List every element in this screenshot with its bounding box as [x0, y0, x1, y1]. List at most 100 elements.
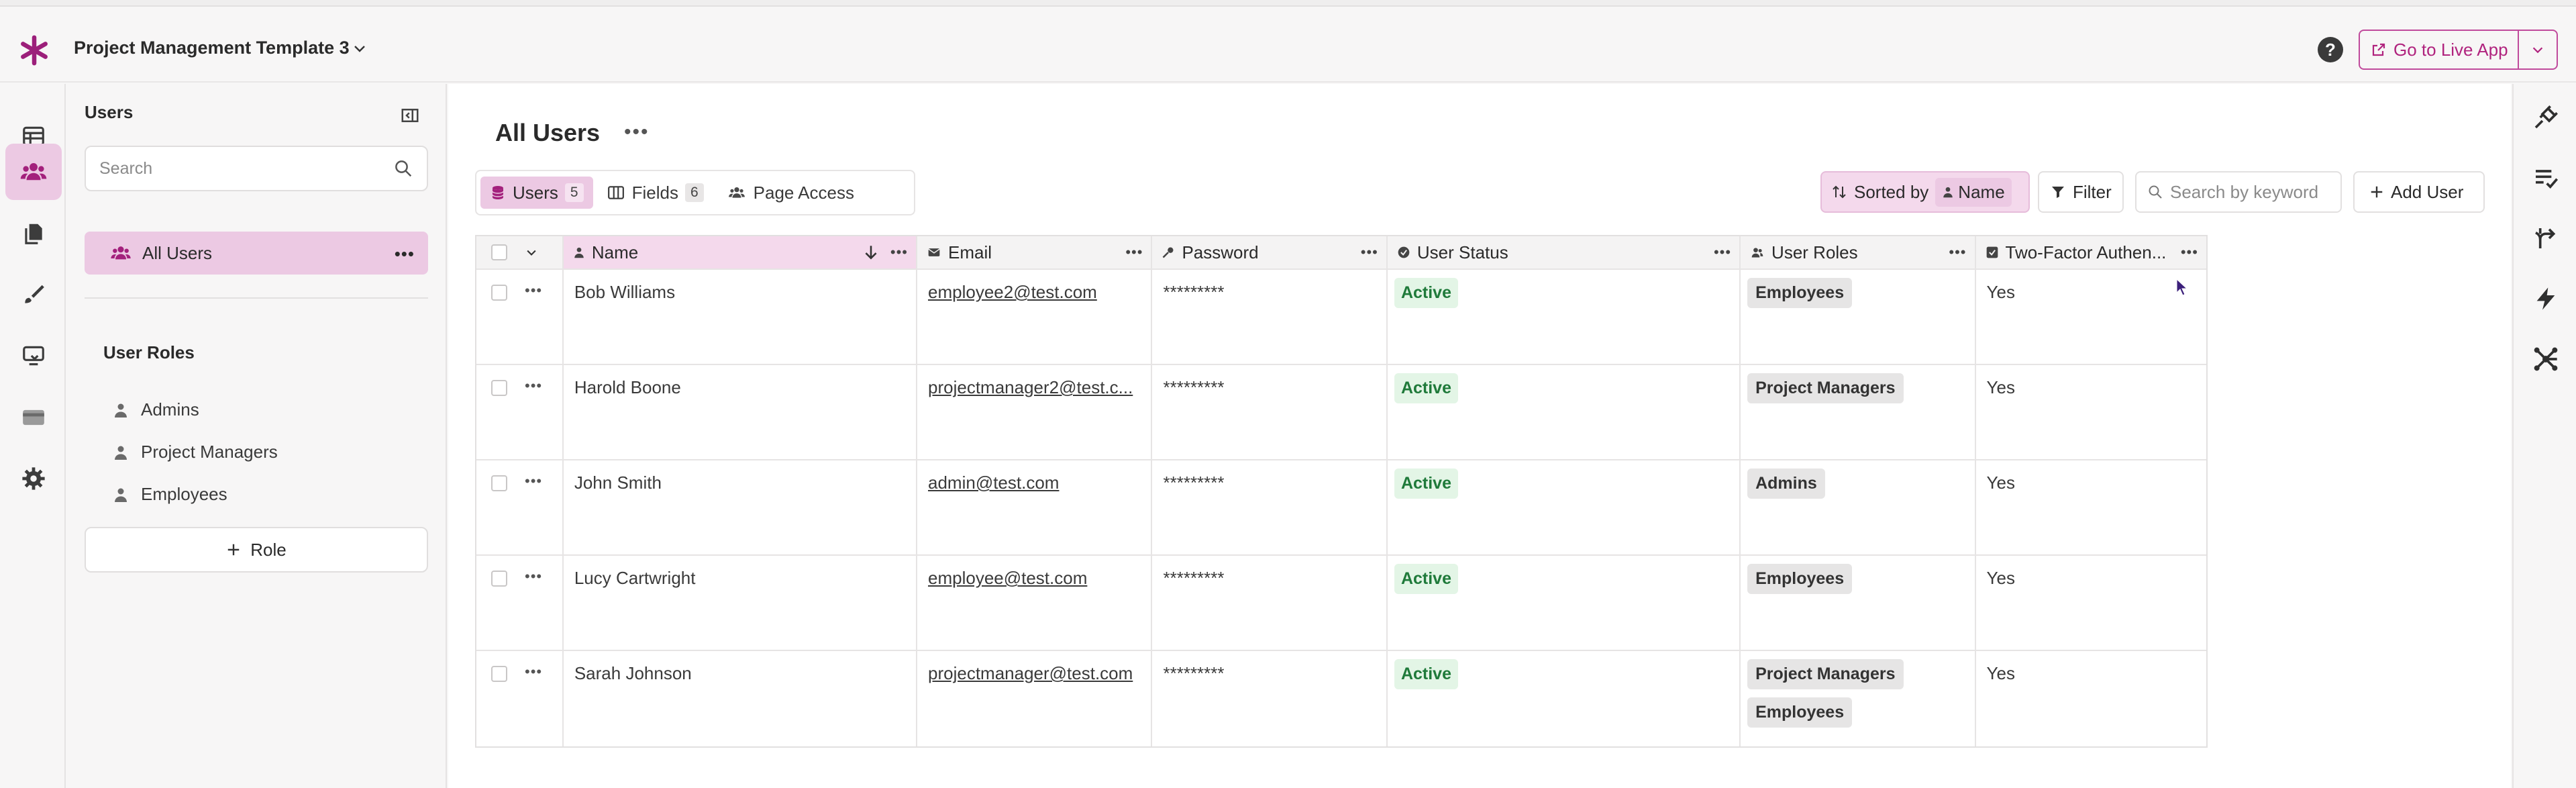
roles-cell[interactable]: Project Managers Employees	[1741, 651, 1976, 746]
column-header-user-roles[interactable]: User Roles •••	[1741, 236, 1976, 268]
app-logo-icon[interactable]	[19, 35, 50, 66]
live-app-dropdown[interactable]	[2519, 42, 2557, 57]
name-cell[interactable]: John Smith	[564, 460, 917, 554]
name-cell[interactable]: Harold Boone	[564, 365, 917, 459]
status-cell[interactable]: Active	[1388, 270, 1741, 364]
email-link[interactable]: projectmanager@test.com	[928, 663, 1133, 684]
app-name[interactable]: Project Management Template 3	[74, 38, 350, 58]
go-to-live-app-button[interactable]: Go to Live App	[2359, 30, 2558, 70]
sidebar-item-all-users[interactable]: All Users •••	[85, 232, 428, 275]
nav-payments[interactable]	[5, 389, 62, 446]
column-menu-icon[interactable]: •••	[1949, 244, 1966, 261]
column-header-name[interactable]: Name •••	[563, 236, 917, 268]
password-cell[interactable]: *********	[1152, 365, 1388, 459]
lightning-icon[interactable]	[2532, 285, 2559, 312]
password-cell[interactable]: *********	[1152, 270, 1388, 364]
name-cell[interactable]: Sarah Johnson	[564, 651, 917, 746]
table-row[interactable]: ••• Sarah Johnson projectmanager@test.co…	[476, 651, 2206, 746]
chevron-down-icon[interactable]	[352, 40, 368, 56]
top-bar: Project Management Template 3 ? Go to Li…	[0, 7, 2576, 83]
page-more-options-icon[interactable]: •••	[624, 121, 650, 144]
column-menu-icon[interactable]: •••	[1361, 244, 1378, 261]
row-checkbox[interactable]	[491, 666, 507, 682]
nav-users[interactable]	[5, 144, 62, 200]
two-factor-cell[interactable]: Yes	[1976, 365, 2206, 459]
select-all-checkbox[interactable]	[491, 244, 507, 260]
name-cell[interactable]: Lucy Cartwright	[564, 556, 917, 650]
nav-settings[interactable]	[5, 450, 62, 507]
nav-workflows[interactable]	[5, 328, 62, 384]
filter-button[interactable]: Filter	[2038, 171, 2124, 213]
row-checkbox[interactable]	[491, 571, 507, 587]
email-link[interactable]: admin@test.com	[928, 473, 1059, 493]
table-row[interactable]: ••• John Smith admin@test.com ********* …	[476, 460, 2206, 556]
roles-cell[interactable]: Admins	[1741, 460, 1976, 554]
column-header-password[interactable]: Password •••	[1152, 236, 1388, 268]
email-link[interactable]: projectmanager2@test.c...	[928, 377, 1133, 398]
column-header-email[interactable]: Email •••	[917, 236, 1153, 268]
column-menu-icon[interactable]: •••	[890, 244, 908, 261]
password-cell[interactable]: *********	[1152, 460, 1388, 554]
search-icon	[395, 160, 412, 177]
keyword-search-input[interactable]: Search by keyword	[2135, 171, 2342, 213]
status-cell[interactable]: Active	[1388, 460, 1741, 554]
tab-fields[interactable]: Fields 6	[597, 177, 713, 209]
column-menu-icon[interactable]: •••	[2181, 244, 2198, 261]
email-cell[interactable]: projectmanager@test.com	[917, 651, 1153, 746]
column-menu-icon[interactable]: •••	[1125, 244, 1143, 261]
email-cell[interactable]: admin@test.com	[917, 460, 1153, 554]
add-user-button[interactable]: Add User	[2353, 171, 2485, 213]
column-header-two-factor[interactable]: Two-Factor Authen... •••	[1976, 236, 2206, 268]
row-menu-icon[interactable]: •••	[525, 568, 542, 585]
status-cell[interactable]: Active	[1388, 556, 1741, 650]
branch-icon[interactable]	[2532, 225, 2559, 252]
roles-cell[interactable]: Employees	[1741, 556, 1976, 650]
network-icon[interactable]	[2532, 346, 2559, 373]
column-header-user-status[interactable]: User Status •••	[1388, 236, 1741, 268]
more-options-icon[interactable]: •••	[395, 244, 415, 264]
sort-descending-icon[interactable]	[862, 244, 880, 261]
sidebar-item-role-admins[interactable]: Admins	[113, 399, 199, 420]
status-cell[interactable]: Active	[1388, 365, 1741, 459]
column-menu-icon[interactable]: •••	[1714, 244, 1731, 261]
two-factor-cell[interactable]: Yes	[1976, 460, 2206, 554]
sidebar-item-role-employees[interactable]: Employees	[113, 484, 227, 505]
sidebar-item-role-project-managers[interactable]: Project Managers	[113, 442, 278, 462]
email-cell[interactable]: employee@test.com	[917, 556, 1153, 650]
row-checkbox[interactable]	[491, 380, 507, 396]
tab-users[interactable]: Users 5	[480, 177, 593, 209]
table-row[interactable]: ••• Lucy Cartwright employee@test.com **…	[476, 556, 2206, 651]
row-checkbox[interactable]	[491, 475, 507, 491]
email-link[interactable]: employee2@test.com	[928, 282, 1097, 303]
row-menu-icon[interactable]: •••	[525, 473, 542, 490]
nav-pages[interactable]	[5, 205, 62, 262]
roles-cell[interactable]: Employees	[1741, 270, 1976, 364]
checklist-icon[interactable]	[2532, 164, 2559, 191]
plug-icon[interactable]	[2532, 104, 2559, 131]
row-menu-icon[interactable]: •••	[525, 377, 542, 395]
sidebar-search-input[interactable]: Search	[85, 146, 428, 191]
password-cell[interactable]: *********	[1152, 651, 1388, 746]
two-factor-cell[interactable]: Yes	[1976, 651, 2206, 746]
name-cell[interactable]: Bob Williams	[564, 270, 917, 364]
email-link[interactable]: employee@test.com	[928, 568, 1087, 589]
status-cell[interactable]: Active	[1388, 651, 1741, 746]
tab-page-access[interactable]: Page Access	[717, 177, 864, 209]
email-cell[interactable]: employee2@test.com	[917, 270, 1153, 364]
collapse-sidebar-icon[interactable]	[400, 105, 420, 126]
nav-design[interactable]	[5, 266, 62, 323]
two-factor-cell[interactable]: Yes	[1976, 270, 2206, 364]
email-cell[interactable]: projectmanager2@test.c...	[917, 365, 1153, 459]
two-factor-cell[interactable]: Yes	[1976, 556, 2206, 650]
table-row[interactable]: ••• Harold Boone projectmanager2@test.c.…	[476, 365, 2206, 460]
row-menu-icon[interactable]: •••	[525, 663, 542, 681]
row-menu-icon[interactable]: •••	[525, 282, 542, 299]
row-checkbox[interactable]	[491, 285, 507, 301]
chevron-down-icon[interactable]	[525, 246, 538, 259]
add-role-button[interactable]: Role	[85, 527, 428, 573]
sort-button[interactable]: Sorted by Name	[1820, 171, 2030, 213]
help-icon[interactable]: ?	[2318, 37, 2343, 62]
roles-cell[interactable]: Project Managers	[1741, 365, 1976, 459]
password-cell[interactable]: *********	[1152, 556, 1388, 650]
table-row[interactable]: ••• Bob Williams employee2@test.com ****…	[476, 270, 2206, 365]
